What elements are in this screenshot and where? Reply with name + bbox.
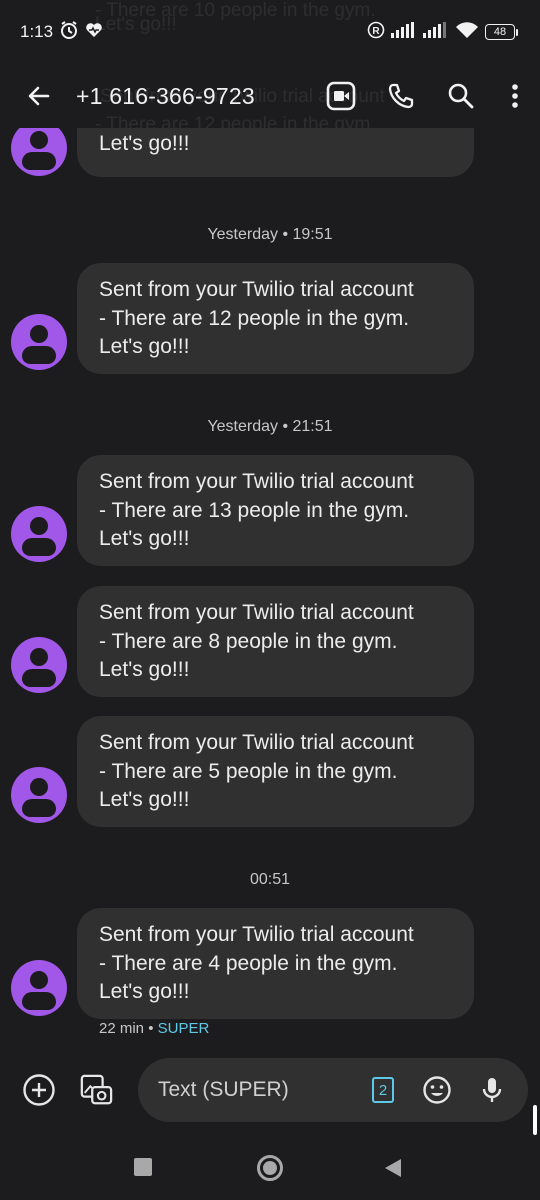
message-bubble[interactable]: Sent from your Twilio trial account - Th… [77,586,474,697]
alarm-icon [59,20,79,45]
avatar[interactable] [11,960,67,1016]
video-call-icon[interactable] [324,79,358,113]
phone-icon[interactable] [384,79,418,113]
message-line: Sent from your Twilio trial account [99,601,414,624]
add-circle-icon[interactable] [22,1073,56,1107]
health-icon [85,22,103,43]
avatar[interactable] [11,506,67,562]
app-bar: +1 616-366-9723 [0,64,540,128]
recents-button[interactable] [134,1158,152,1176]
message-time: 22 min [99,1020,145,1037]
sim-selector-icon[interactable]: 2 [372,1077,394,1103]
message-line: Let's go!!! [99,527,190,550]
message-input-placeholder[interactable]: Text (SUPER) [158,1078,372,1102]
avatar[interactable] [11,767,67,823]
message-line: - There are 12 people in the gym. [99,306,410,330]
message-line: Sent from your Twilio trial account [99,731,414,754]
avatar[interactable] [11,128,67,176]
compose-bar: Text (SUPER) 2 [0,1056,540,1126]
svg-text:R: R [372,26,380,37]
message-line: Let's go!!! [99,335,190,358]
battery-level: 48 [485,24,515,40]
message-line: Sent from your Twilio trial account [99,278,414,301]
back-nav-button[interactable] [384,1158,402,1183]
wifi-icon [455,21,479,44]
status-time: 1:13 [20,22,54,41]
home-button[interactable] [257,1155,283,1181]
message-line: Sent from your Twilio trial account [99,470,414,493]
signal-icon-2 [423,21,449,43]
message-line: Let's go!!! [99,980,190,1003]
message-line: Sent from your Twilio trial account [99,923,414,946]
status-bar: 1:13 R 48 [0,0,540,64]
more-vert-icon[interactable] [504,79,526,113]
message-bubble[interactable]: Sent from your Twilio trial account - Th… [77,716,474,827]
gallery-icon[interactable] [79,1073,113,1107]
message-line: - There are 5 people in the gym. [99,759,398,783]
date-separator: Yesterday • 19:51 [207,226,333,243]
search-icon[interactable] [444,79,478,113]
message-bubble[interactable]: Sent from your Twilio trial account - Th… [77,455,474,566]
message-line: - There are 4 people in the gym. [99,951,398,975]
avatar[interactable] [11,637,67,693]
message-line: - There are 13 people in the gym. [99,498,410,522]
emoji-icon[interactable] [422,1073,452,1107]
date-separator: Yesterday • 21:51 [207,418,333,435]
signal-icon-1 [391,21,417,43]
meta-separator: • [148,1020,154,1037]
message-line: Let's go!!! [99,788,190,811]
message-bubble[interactable]: Let's go!!! [77,128,474,177]
roaming-icon: R [367,21,385,44]
message-line: - There are 8 people in the gym. [99,629,398,653]
message-line: Let's go!!! [99,658,190,681]
mic-icon[interactable] [480,1073,504,1107]
sim-label: SUPER [157,1020,210,1037]
date-separator: 00:51 [249,871,291,888]
avatar[interactable] [11,314,67,370]
message-bubble[interactable]: Sent from your Twilio trial account - Th… [77,263,474,374]
message-line: Let's go!!! [99,132,190,155]
message-bubble[interactable]: Sent from your Twilio trial account - Th… [77,908,474,1019]
system-nav-bar [0,1130,540,1200]
back-arrow-icon[interactable] [22,79,56,113]
message-thread[interactable]: Let's go!!! Yesterday • 19:51 Sent from … [0,128,540,1058]
message-input[interactable]: Text (SUPER) 2 [138,1058,528,1122]
contact-title[interactable]: +1 616-366-9723 [76,83,324,110]
battery-icon: 48 [485,24,518,40]
message-meta: 22 min • SUPER [99,1020,209,1037]
